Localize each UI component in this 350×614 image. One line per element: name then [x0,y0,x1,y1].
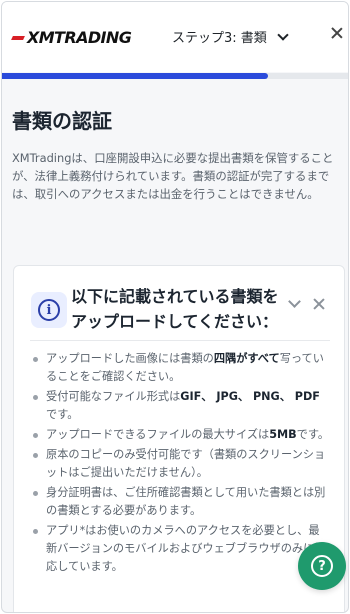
help-icon: ? [311,555,333,577]
requirement-item: アップロードできるファイルの最大サイズは5MBです。 [30,426,330,444]
requirement-item: アプリ*はお使いのカメラへのアクセスを必要とし、最新バージョンのモバイルおよびウ… [30,522,330,576]
logo-text: XMTRADING [27,27,132,47]
xm-logo[interactable]: XMTRADING [11,24,132,50]
info-icon: i [31,292,67,328]
requirement-post: です。 [296,428,330,441]
close-icon[interactable] [329,26,345,42]
requirement-item: 身分証明書は、ご住所確認書類として用いた書類とは別の書類とする必要があります。 [30,484,330,520]
requirement-bold: 5MB [269,428,297,441]
requirements-list: アップロードした画像には書類の四隅がすべて写っていることをご確認ください。 受付可… [30,350,330,578]
requirement-pre: 原本のコピーのみ受付可能です（書類のスクリーンショットはご提出いただけません）。 [46,448,326,479]
requirement-item: 原本のコピーのみ受付可能です（書類のスクリーンショットはご提出いただけません）。 [30,446,330,482]
requirement-pre: 受付可能なファイル形式は [46,390,181,403]
chevron-down-icon [277,28,289,41]
card-title: 以下に記載されている書類をアップロードしてください： [71,287,279,331]
progress-fill [2,73,269,79]
page-title: 書類の認証 [12,109,112,133]
requirement-pre: アプリ*はお使いのカメラへのアクセスを必要とし、最新バージョンのモバイルおよびウ… [46,524,326,573]
chevron-down-icon[interactable] [288,295,301,308]
header: XMTRADING ステップ3: 書類 [2,2,348,72]
intro-text: XMTradingは、口座開設申込に必要な提出書類を保管することが、法律上義務付… [12,151,334,201]
requirement-item: アップロードした画像には書類の四隅がすべて写っていることをご確認ください。 [30,350,330,386]
requirement-bold: GIF、 JPG、 PNG、 PDF [180,390,320,403]
divider [30,340,330,341]
app-frame: XMTRADING ステップ3: 書類 書類の認証 XMTradingは、口座開… [1,1,349,613]
close-icon[interactable] [312,297,326,311]
progress-bar [2,73,348,79]
requirement-post: です。 [46,408,79,421]
upload-instructions-card: i 以下に記載されている書類をアップロードしてください： アップロードした画像に… [13,265,345,612]
help-button[interactable]: ? [298,542,346,590]
requirement-item: 受付可能なファイル形式はGIF、 JPG、 PNG、 PDF です。 [30,388,330,424]
requirement-pre: 身分証明書は、ご住所確認書類として用いた書類とは別の書類とする必要があります。 [46,486,326,517]
requirement-bold: 四隅がすべて [213,352,280,365]
step-label: ステップ3: 書類 [172,31,267,46]
requirement-pre: アップロードできるファイルの最大サイズは [46,428,270,441]
requirement-pre: アップロードした画像には書類の [46,352,214,365]
step-selector[interactable]: ステップ3: 書類 [172,27,289,46]
x-logo-icon [11,28,25,46]
